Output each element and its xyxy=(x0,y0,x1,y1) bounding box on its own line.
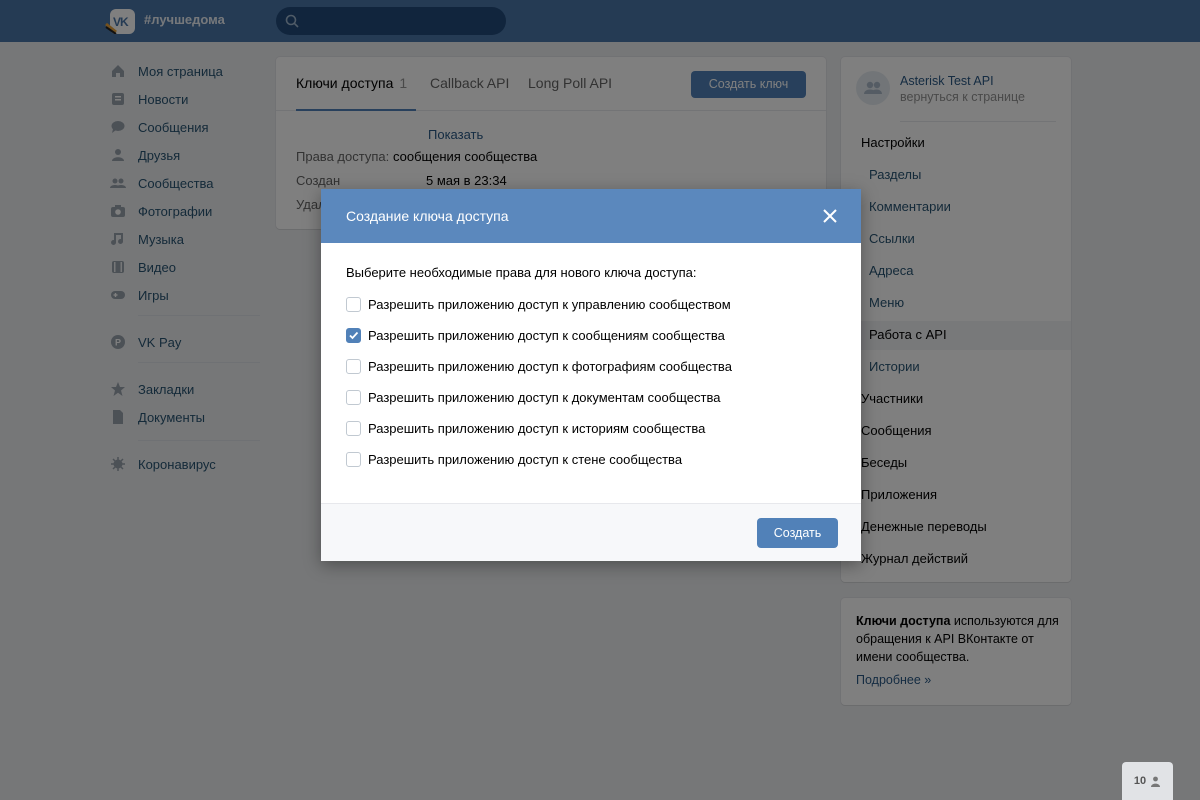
modal-intro: Выберите необходимые права для нового кл… xyxy=(346,265,697,280)
online-counter[interactable]: 10 xyxy=(1122,762,1173,800)
checkbox[interactable] xyxy=(346,420,361,436)
create-key-modal: Создание ключа доступа Выберите необходи… xyxy=(321,189,861,561)
permission-stories[interactable]: Разрешить приложению доступ к историям с… xyxy=(346,419,705,437)
checkbox[interactable] xyxy=(346,296,361,312)
checkbox[interactable] xyxy=(346,389,361,405)
modal-title: Создание ключа доступа xyxy=(346,208,509,224)
close-icon[interactable] xyxy=(821,207,839,225)
permission-documents[interactable]: Разрешить приложению доступ к документам… xyxy=(346,388,720,406)
modal-footer: Создать xyxy=(321,503,861,561)
check-icon xyxy=(349,331,359,339)
permission-manage[interactable]: Разрешить приложению доступ к управлению… xyxy=(346,295,731,313)
checkbox-checked[interactable] xyxy=(346,327,361,343)
create-button[interactable]: Создать xyxy=(757,518,838,548)
modal-header: Создание ключа доступа xyxy=(321,189,861,243)
permission-messages[interactable]: Разрешить приложению доступ к сообщениям… xyxy=(346,326,725,344)
person-icon xyxy=(1151,776,1161,787)
checkbox[interactable] xyxy=(346,451,361,467)
permission-photos[interactable]: Разрешить приложению доступ к фотография… xyxy=(346,357,732,375)
permission-wall[interactable]: Разрешить приложению доступ к стене сооб… xyxy=(346,450,682,468)
checkbox[interactable] xyxy=(346,358,361,374)
